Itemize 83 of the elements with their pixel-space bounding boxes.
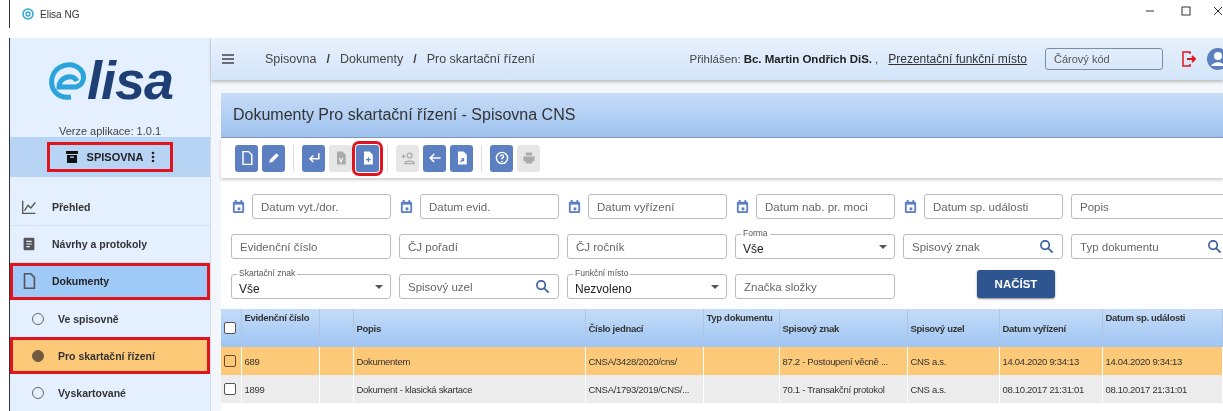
menu-icon[interactable]	[221, 52, 235, 66]
breadcrumb[interactable]: Spisovna	[265, 52, 317, 66]
sidebar-subitem[interactable]: Vyskartované	[10, 374, 210, 411]
app-icon	[22, 8, 34, 20]
breadcrumb[interactable]: Dokumenty	[339, 52, 404, 66]
table-cell: CNSA/1793/2019/CNS/...	[588, 383, 690, 395]
panel-title: Dokumenty Pro skartační řízení - Spisovna CNS	[221, 93, 1223, 138]
breadcrumb[interactable]: Pro skartační řízení	[426, 52, 535, 66]
dropdown-caret-icon	[375, 282, 383, 291]
sidebar-subitem[interactable]: Ve spisovně	[10, 300, 210, 337]
toolbar-button[interactable]	[262, 144, 285, 172]
more-icon[interactable]	[151, 150, 156, 163]
table-cell: CNS a.s.	[910, 383, 947, 395]
column-header[interactable]: Číslo jednací	[588, 322, 644, 334]
toolbar-button[interactable]	[490, 144, 513, 172]
search-field[interactable]: Spisový znak	[903, 234, 1063, 259]
breadcrumb-separator: /	[326, 52, 330, 66]
row-checkbox[interactable]	[224, 383, 236, 395]
column-header[interactable]: Datum sp. události	[1105, 312, 1186, 323]
date-field[interactable]: Datum vyřízení	[588, 194, 727, 219]
search-icon	[1207, 239, 1222, 254]
table-cell: Dokumentem	[356, 355, 410, 367]
calendar-icon[interactable]	[567, 199, 582, 214]
person-add-icon	[399, 150, 416, 166]
text-field[interactable]: ČJ pořadí	[399, 234, 559, 259]
table-cell: 1899	[244, 383, 265, 395]
column-header[interactable]: Popis	[356, 322, 381, 334]
toolbar-button[interactable]	[302, 144, 325, 172]
avatar-icon[interactable]	[1207, 48, 1223, 70]
date-field[interactable]: Datum nab. pr. moci	[756, 194, 895, 219]
select-all-checkbox[interactable]	[224, 322, 236, 334]
toolbar-button[interactable]	[423, 144, 446, 172]
toolbar-button[interactable]	[235, 144, 258, 172]
help-icon	[493, 150, 510, 166]
load-button[interactable]: NAČÍST	[977, 269, 1055, 298]
dropdown-caret-icon	[879, 242, 887, 251]
column-header[interactable]: Spisový uzel	[910, 322, 965, 334]
logo-text: lisa	[86, 53, 174, 108]
row-checkbox[interactable]	[224, 355, 236, 367]
search-icon	[535, 279, 550, 294]
maximize-icon[interactable]	[1181, 6, 1191, 16]
date-field[interactable]: Datum evid.	[420, 194, 559, 219]
column-header[interactable]: Spisový znak	[782, 322, 840, 334]
table-cell: CNSA/3428/2020/cns/	[588, 355, 677, 367]
sidebar-item[interactable]: Přehled	[10, 189, 210, 226]
table-cell: 08.10.2017 21:31:01	[1105, 383, 1187, 395]
text-field[interactable]: ČJ ročník	[567, 234, 727, 259]
date-field[interactable]: Datum vyt./dor.	[252, 194, 391, 219]
barcode-field[interactable]: Čárový kód	[1045, 48, 1163, 70]
dropdown-caret-icon	[711, 282, 719, 291]
search-field[interactable]: Typ dokumentu	[1071, 234, 1223, 259]
sidebar-subitem[interactable]: Pro skartační řízení	[10, 337, 210, 374]
sidebar-item[interactable]: Dokumenty	[10, 263, 210, 300]
table-cell: CNS a.s.	[910, 355, 947, 367]
table-cell: 14.04.2020 9:34:13	[1105, 355, 1182, 367]
archive-box-icon	[64, 149, 79, 164]
calendar-icon[interactable]	[903, 199, 918, 214]
table-cell: 689	[244, 355, 260, 367]
table-cell: 08.10.2017 21:31:01	[1002, 383, 1084, 395]
login-info: Přihlášen: Bc. Martin Ondřich DiS. ,	[689, 53, 879, 65]
text-field[interactable]: Popis	[1071, 194, 1223, 219]
close-icon[interactable]	[1213, 6, 1223, 16]
version-label: Verze aplikace: 1.0.1	[57, 124, 163, 137]
search-icon	[1039, 239, 1054, 254]
date-field[interactable]: Datum sp. události	[924, 194, 1063, 219]
calendar-icon[interactable]	[399, 199, 414, 214]
toolbar-button[interactable]	[450, 144, 473, 172]
chart-icon	[20, 198, 38, 216]
table-cell: 14.04.2020 9:34:13	[1002, 355, 1079, 367]
table-cell: 70.1 - Transakční protokol	[782, 383, 885, 395]
breadcrumb-separator: /	[413, 52, 417, 66]
text-field[interactable]: Značka složky	[735, 274, 895, 299]
logout-icon[interactable]	[1181, 51, 1197, 67]
window-title: Elisa NG	[40, 8, 80, 20]
calendar-icon[interactable]	[231, 199, 246, 214]
column-header[interactable]: Datum vyřízení	[1002, 322, 1066, 334]
workplace-link[interactable]: Prezentační funkční místo	[888, 52, 1027, 66]
calendar-icon[interactable]	[735, 199, 750, 214]
text-field[interactable]: Evidenční číslo	[231, 234, 391, 259]
table-cell: 87.2 - Postoupení věcně ...	[782, 355, 888, 367]
search-field[interactable]: Spisový uzel	[399, 274, 559, 299]
print-icon	[520, 150, 537, 166]
table-cell: Dokument - klasická skartace	[356, 383, 473, 395]
